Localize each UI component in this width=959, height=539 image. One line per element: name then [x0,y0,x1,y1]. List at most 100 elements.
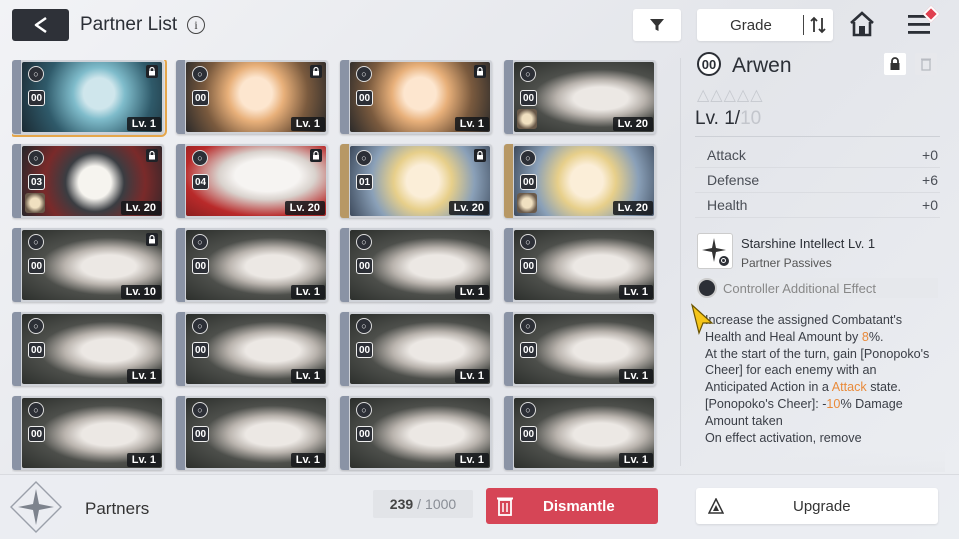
partner-card[interactable]: ○ 00 Lv. 20 [504,60,656,134]
partner-number: 00 [28,90,45,106]
upgrade-button[interactable]: Upgrade [696,488,938,524]
filter-button[interactable] [633,9,681,41]
card-strip [340,60,349,134]
grade-label: Grade [730,17,772,34]
back-button[interactable] [12,9,69,41]
top-bar: Partner List i Grade [0,0,959,52]
partner-card[interactable]: ○ 03 Lv. 20 [12,144,164,218]
partners-emblem-icon [10,481,62,533]
partner-card[interactable]: ○ 00 Lv. 1 [340,396,492,470]
class-icon: ○ [28,234,44,250]
class-icon: ○ [356,402,372,418]
stat-label: Defense [707,172,760,188]
partner-level: Lv. 20 [448,201,489,215]
partner-number: 04 [192,174,209,190]
card-strip [12,60,21,134]
class-icon: ○ [192,66,208,82]
desc-text: %. [868,329,884,344]
level-max: 10 [740,108,762,129]
upgrade-triangle-icon [708,498,724,514]
stat-value: +6 [922,172,938,188]
partner-number: 00 [28,342,45,358]
desc-text: [Ponopoko's Cheer]: - [705,396,827,411]
partner-card[interactable]: ○ 00 Lv. 1 [176,228,328,302]
partner-card[interactable]: ○ 00 Lv. 1 [340,60,492,134]
partner-avatar [517,193,537,213]
partner-card[interactable]: ○ 00 Lv. 10 [12,228,164,302]
skill-icon[interactable] [697,233,733,269]
partner-card[interactable]: ○ 00 Lv. 1 [12,60,167,137]
partner-number: 00 [520,90,537,106]
trash-icon [497,497,513,516]
filter-icon [650,19,664,31]
divider [695,136,940,137]
partner-number: 00 [520,426,537,442]
partner-number: 03 [28,174,45,190]
desc-value: 8 [861,329,869,344]
skill-name: Starshine Intellect Lv. 1 [741,236,876,251]
class-icon: ○ [520,402,536,418]
info-icon[interactable]: i [187,16,205,34]
card-strip [504,396,513,470]
partner-card[interactable]: ○ 00 Lv. 20 [504,144,656,218]
card-strip [176,228,185,302]
card-strip [12,228,21,302]
card-strip [12,144,21,218]
partner-number: 00 [356,90,373,106]
card-strip [504,144,513,218]
partner-level: Lv. 1 [126,453,161,467]
partner-grid: ○ 00 Lv. 1 ○ 00 Lv. 1 ○ 00 Lv. 1 ○ 00 Lv. 20 ○ 03 Lv. … [12,60,662,472]
skill-description[interactable]: Increase the assigned Combatant's Health… [705,312,940,446]
delete-button[interactable] [915,53,937,75]
partner-level: Lv. 20 [612,117,653,131]
partner-level: Lv. 20 [284,201,325,215]
sort-icon[interactable] [809,15,827,35]
partner-number: 00 [192,90,209,106]
partner-number-badge: 00 [697,52,721,76]
home-icon[interactable] [848,10,876,38]
stat-value: +0 [922,197,938,213]
partner-card[interactable]: ○ 00 Lv. 1 [340,312,492,386]
desc-value: 10 [826,396,841,411]
partner-card[interactable]: ○ 00 Lv. 1 [504,228,656,302]
partner-avatar [517,109,537,129]
desc-keyword: Attack [831,380,867,395]
mouse-cursor-icon [690,303,714,335]
card-strip [176,144,185,218]
partner-card[interactable]: ○ 00 Lv. 1 [504,396,656,470]
partner-number: 00 [520,342,537,358]
partner-level: Lv. 1 [126,369,161,383]
partner-level: Lv. 1 [290,453,325,467]
partner-level: Lv. 10 [120,285,161,299]
partner-card[interactable]: ○ 00 Lv. 1 [12,396,164,470]
partner-card[interactable]: ○ 00 Lv. 1 [176,396,328,470]
count-current: 239 [389,496,414,512]
partner-level: Lv. 1 [290,369,325,383]
card-strip [340,144,349,218]
partner-card[interactable]: ○ 00 Lv. 1 [176,60,328,134]
partner-card[interactable]: ○ 04 Lv. 20 [176,144,328,218]
card-strip [340,396,349,470]
dismantle-button[interactable]: Dismantle [486,488,658,524]
class-icon: ○ [28,402,44,418]
skill-type: Partner Passives [741,256,832,270]
level-current: Lv. 1/ [695,108,741,129]
partner-card[interactable]: ○ 00 Lv. 1 [504,312,656,386]
lock-button[interactable] [884,53,906,75]
lock-icon [310,149,322,162]
controller-effect-label: Controller Additional Effect [723,281,876,296]
grade-sort-button[interactable]: Grade [697,9,833,41]
partner-level: Lv. 20 [120,201,161,215]
count-sep: / [417,496,422,512]
back-arrow-icon [34,16,47,34]
card-strip [504,60,513,134]
partner-card[interactable]: ○ 00 Lv. 1 [12,312,164,386]
grade-divider [803,15,804,35]
partner-detail-panel: 00 Arwen △△△△△ Lv. 1/10 Attack +0 Defense +… [695,50,945,472]
partner-card[interactable]: ○ 00 Lv. 1 [176,312,328,386]
desc-text: state. [866,380,902,395]
partner-card[interactable]: ○ 01 Lv. 20 [340,144,492,218]
page-title: Partner List [80,14,178,35]
partner-card[interactable]: ○ 00 Lv. 1 [340,228,492,302]
class-icon: ○ [28,318,44,334]
